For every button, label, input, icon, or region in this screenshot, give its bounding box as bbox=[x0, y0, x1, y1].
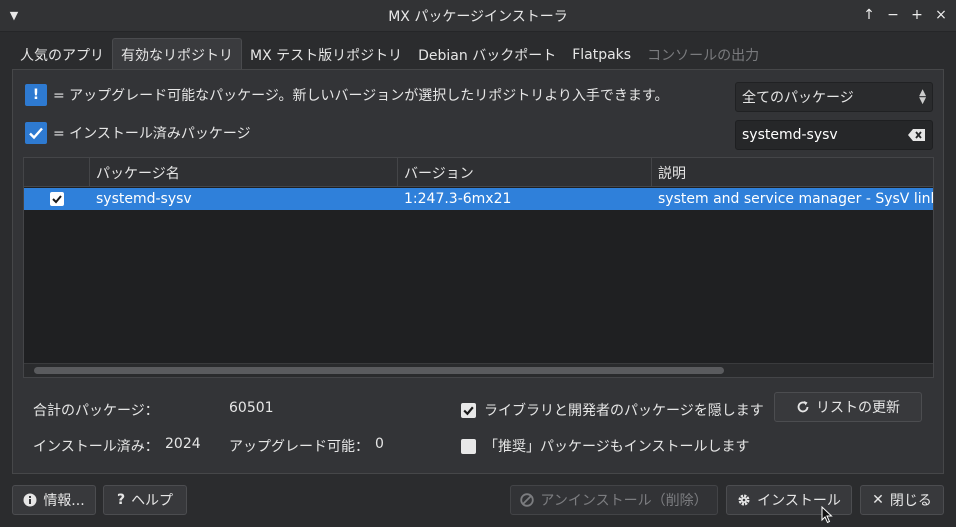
install-recommends-checkbox[interactable] bbox=[461, 438, 476, 454]
close-button[interactable]: ✕ 閉じる bbox=[860, 485, 944, 515]
title-bar: ▼ MX パッケージインストーラ ↑ − + × bbox=[0, 0, 956, 32]
package-filter-value: 全てのパッケージ bbox=[742, 90, 854, 106]
horizontal-scrollbar[interactable] bbox=[24, 363, 933, 377]
total-packages-label: 合計のパッケージ： bbox=[33, 403, 159, 419]
search-input[interactable]: systemd-sysv bbox=[735, 120, 933, 150]
header-version[interactable]: バージョン bbox=[398, 158, 652, 187]
tab-console-output: コンソールの出力 bbox=[647, 48, 760, 64]
table-header: パッケージ名 バージョン 説明 bbox=[24, 158, 933, 187]
install-button[interactable]: インストール bbox=[726, 485, 852, 515]
tab-mx-test-repo[interactable]: MX テスト版リポジトリ bbox=[242, 40, 410, 70]
row-description: system and service manager - SysV links bbox=[658, 191, 933, 207]
install-recommends-option[interactable]: 「推奨」パッケージもインストールします bbox=[461, 436, 749, 456]
upgradable-count-label: アップグレード可能： bbox=[229, 439, 369, 455]
installed-legend-text: = インストール済みパッケージ bbox=[53, 126, 251, 142]
upgrade-legend-text: = アップグレード可能なパッケージ。新しいバージョンが選択したリポジトリより入手… bbox=[53, 88, 669, 104]
window-controls: ↑ − + × bbox=[860, 6, 950, 24]
row-checkbox-cell[interactable] bbox=[24, 188, 90, 210]
info-button[interactable]: 情報... bbox=[12, 485, 96, 515]
window-menu-icon[interactable]: ▼ bbox=[6, 8, 22, 24]
hide-libs-option[interactable]: ライブラリと開発者のパッケージを隠します bbox=[461, 400, 764, 420]
maximize-button[interactable]: + bbox=[908, 6, 926, 24]
help-icon: ? bbox=[116, 492, 126, 508]
uninstall-label: アンインストール（削除） bbox=[540, 493, 708, 509]
header-checkbox-column[interactable] bbox=[24, 158, 90, 187]
header-package-name[interactable]: パッケージ名 bbox=[90, 158, 398, 187]
tab-panel: ! = アップグレード可能なパッケージ。新しいバージョンが選択したリポジトリより… bbox=[12, 69, 944, 474]
upgradable-count-value: 0 bbox=[375, 436, 384, 452]
close-x-icon: ✕ bbox=[872, 492, 884, 508]
minimize-button[interactable]: − bbox=[884, 6, 902, 24]
info-label: 情報... bbox=[43, 493, 85, 509]
tab-enabled-repos[interactable]: 有効なリポジトリ bbox=[112, 38, 242, 70]
row-checkbox[interactable] bbox=[50, 192, 64, 206]
total-packages-value: 60501 bbox=[229, 400, 274, 416]
help-label: ヘルプ bbox=[131, 493, 174, 509]
row-package-name: systemd-sysv bbox=[96, 191, 192, 207]
hide-libs-checkbox[interactable] bbox=[461, 402, 476, 418]
refresh-icon bbox=[797, 401, 809, 413]
tab-flatpaks[interactable]: Flatpaks bbox=[564, 40, 639, 70]
installed-check-icon bbox=[25, 122, 47, 144]
hide-libs-label: ライブラリと開発者のパッケージを隠します bbox=[484, 403, 764, 419]
package-table: パッケージ名 バージョン 説明 systemd-sysv 1:247.3-6mx… bbox=[23, 157, 934, 378]
window-title: MX パッケージインストーラ bbox=[388, 8, 568, 25]
keep-above-button[interactable]: ↑ bbox=[860, 6, 878, 24]
installed-count-label: インストール済み： bbox=[33, 439, 159, 455]
header-description[interactable]: 説明 bbox=[652, 158, 933, 187]
close-label: 閉じる bbox=[889, 493, 932, 509]
scrollbar-thumb[interactable] bbox=[34, 367, 724, 374]
clear-text-icon[interactable] bbox=[908, 128, 926, 142]
install-recommends-label: 「推奨」パッケージもインストールします bbox=[484, 439, 750, 455]
tab-debian-backports[interactable]: Debian バックポート bbox=[410, 40, 564, 70]
cancel-circle-icon bbox=[520, 493, 535, 507]
search-value: systemd-sysv bbox=[742, 127, 838, 143]
info-icon bbox=[23, 493, 37, 507]
upgradable-icon: ! bbox=[25, 84, 47, 106]
row-version: 1:247.3-6mx21 bbox=[404, 191, 512, 207]
installed-legend: = インストール済みパッケージ bbox=[25, 122, 251, 144]
upgrade-legend: ! = アップグレード可能なパッケージ。新しいバージョンが選択したリポジトリより… bbox=[25, 84, 669, 106]
installed-count-value: 2024 bbox=[165, 436, 201, 452]
updown-arrows-icon: ▲ ▼ bbox=[919, 88, 926, 106]
help-button[interactable]: ? ヘルプ bbox=[103, 485, 187, 515]
tab-bar: 人気のアプリ 有効なリポジトリ MX テスト版リポジトリ Debian バックポ… bbox=[12, 38, 767, 70]
tab-popular-apps[interactable]: 人気のアプリ bbox=[12, 40, 112, 70]
table-row[interactable]: systemd-sysv 1:247.3-6mx21 system and se… bbox=[24, 188, 933, 210]
mouse-cursor-icon bbox=[821, 506, 833, 524]
package-filter-select[interactable]: 全てのパッケージ ▲ ▼ bbox=[735, 82, 933, 112]
close-window-button[interactable]: × bbox=[932, 6, 950, 24]
uninstall-button: アンインストール（削除） bbox=[510, 485, 718, 515]
gear-icon bbox=[738, 494, 750, 506]
refresh-list-button[interactable]: リストの更新 bbox=[774, 392, 922, 422]
refresh-label: リストの更新 bbox=[816, 400, 900, 416]
